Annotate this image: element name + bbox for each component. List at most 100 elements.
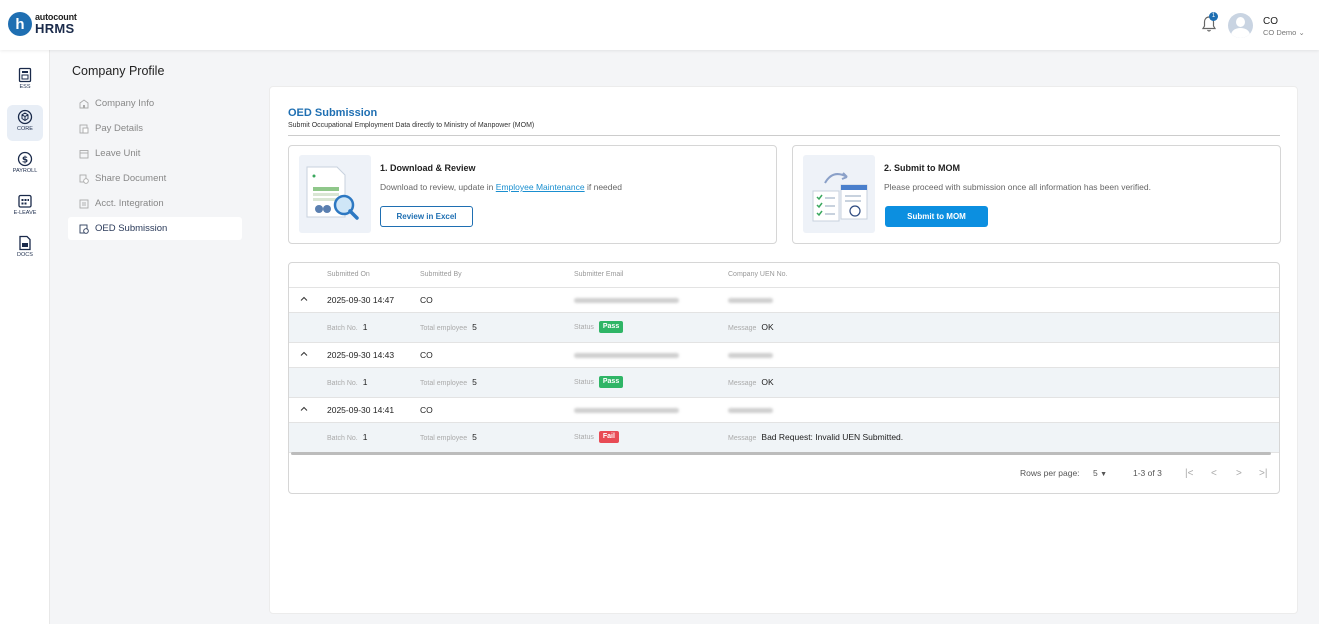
oed-submission-panel: OED Submission Submit Occupational Emplo… <box>269 86 1298 614</box>
submit-checklist-illustration <box>803 155 875 233</box>
rail-item-ess[interactable]: ESS <box>7 63 43 99</box>
redacted-email <box>574 408 679 413</box>
submit-to-mom-text: Please proceed with submission once all … <box>884 182 1151 192</box>
chevron-up-icon[interactable] <box>300 350 308 358</box>
total-employee-label: Total employee <box>420 380 468 387</box>
app-logo[interactable]: h autocount HRMS <box>8 12 77 36</box>
notification-count-badge: 1 <box>1209 12 1218 21</box>
rail-item-docs[interactable]: DOCS <box>7 231 43 267</box>
user-initials[interactable]: CO <box>1263 16 1278 27</box>
status-badge: Pass <box>598 376 624 388</box>
submitted-on: 2025-09-30 14:43 <box>327 350 395 360</box>
redacted-uen <box>728 408 773 413</box>
horizontal-scrollbar[interactable] <box>291 452 1271 455</box>
employee-maintenance-link[interactable]: Employee Maintenance <box>496 182 585 192</box>
previous-page-icon[interactable]: < <box>1211 468 1217 479</box>
submenu-label: Company Info <box>95 98 155 109</box>
ess-icon <box>18 67 32 83</box>
submit-to-mom-title: 2. Submit to MOM <box>884 163 960 173</box>
core-cube-icon <box>17 109 33 125</box>
rows-per-page-label: Rows per page: <box>1020 468 1080 478</box>
status-label: Status <box>574 434 594 442</box>
table-header: Submitted On Submitted By Submitter Emai… <box>289 263 1279 288</box>
batch-label: Batch No. <box>327 435 358 442</box>
chevron-down-icon: ⌄ <box>1298 28 1305 37</box>
module-rail: ESS CORE $ PAYROLL E-LEAVE DOCS <box>0 50 50 624</box>
submenu-label: Share Document <box>95 173 167 184</box>
submenu-item-pay-details[interactable]: Pay Details <box>68 117 242 140</box>
rail-item-eleave[interactable]: E-LEAVE <box>7 189 43 225</box>
message: OK <box>761 322 774 332</box>
table-row-detail: Batch No. 1 Total employee 5 Status Pass Me… <box>289 313 1279 343</box>
submenu-item-share-document[interactable]: Share Document <box>68 167 242 190</box>
redacted-email <box>574 298 679 303</box>
batch-no: 1 <box>362 432 368 442</box>
user-company-dropdown[interactable]: CO Demo ⌄ <box>1263 28 1305 37</box>
review-in-excel-button[interactable]: Review in Excel <box>380 206 473 227</box>
submission-icon <box>79 224 89 234</box>
header-submitter-email[interactable]: Submitter Email <box>574 271 623 278</box>
submenu-label: Leave Unit <box>95 148 141 159</box>
rail-item-core[interactable]: CORE <box>7 105 43 141</box>
total-employee: 5 <box>472 432 477 442</box>
status-label: Status <box>574 324 594 332</box>
download-review-card: 1. Download & Review Download to review,… <box>288 145 777 244</box>
rows-per-page-select[interactable]: 5 ▼ <box>1093 468 1107 478</box>
submit-to-mom-button[interactable]: Submit to MOM <box>885 206 988 227</box>
submenu-label: OED Submission <box>95 223 168 234</box>
calendar-icon <box>79 149 89 158</box>
document-icon <box>19 235 31 251</box>
rail-item-payroll[interactable]: $ PAYROLL <box>7 147 43 183</box>
total-employee-label: Total employee <box>420 325 468 332</box>
top-bar: h autocount HRMS 1 CO CO Demo ⌄ <box>0 0 1319 50</box>
submenu: Company Info Pay Details Leave Unit Shar… <box>68 92 242 242</box>
table-row-detail: Batch No. 1 Total employee 5 Status Pass Me… <box>289 368 1279 398</box>
logo-brand-main: HRMS <box>35 21 75 36</box>
chevron-up-icon[interactable] <box>300 405 308 413</box>
submitted-by: CO <box>420 295 433 305</box>
user-company: CO Demo <box>1263 28 1297 37</box>
status-label: Status <box>574 379 594 387</box>
next-page-icon[interactable]: > <box>1236 468 1242 479</box>
rail-label: ESS <box>19 84 31 90</box>
submitted-by: CO <box>420 350 433 360</box>
header-company-uen[interactable]: Company UEN No. <box>728 271 788 278</box>
chevron-up-icon[interactable] <box>300 295 308 303</box>
submitted-by: CO <box>420 405 433 415</box>
redacted-email <box>574 353 679 358</box>
section-title: Company Profile <box>72 64 165 78</box>
submitted-on: 2025-09-30 14:41 <box>327 405 395 415</box>
rail-label: DOCS <box>17 252 33 258</box>
total-employee: 5 <box>472 322 477 332</box>
submenu-item-acct-integration[interactable]: Acct. Integration <box>68 192 242 215</box>
batch-label: Batch No. <box>327 325 358 332</box>
spreadsheet-review-illustration <box>299 155 371 233</box>
last-page-icon[interactable]: >| <box>1259 468 1267 479</box>
download-text-before: Download to review, update in <box>380 182 496 192</box>
submenu-item-leave-unit[interactable]: Leave Unit <box>68 142 242 165</box>
batch-no: 1 <box>362 322 368 332</box>
dollar-icon: $ <box>17 151 33 167</box>
table-row[interactable]: 2025-09-30 14:43 CO <box>289 343 1279 368</box>
rail-label: CORE <box>17 126 33 132</box>
pagination-range: 1-3 of 3 <box>1133 468 1162 478</box>
message-label: Message <box>728 435 757 442</box>
total-employee: 5 <box>472 377 477 387</box>
svg-text:$: $ <box>22 156 28 166</box>
first-page-icon[interactable]: |< <box>1185 468 1193 479</box>
table-row[interactable]: 2025-09-30 14:41 CO <box>289 398 1279 423</box>
avatar[interactable] <box>1228 13 1253 38</box>
header-submitted-on[interactable]: Submitted On <box>327 271 370 278</box>
submenu-item-company-info[interactable]: Company Info <box>68 92 242 115</box>
rail-label: E-LEAVE <box>13 210 37 216</box>
rows-per-page-value: 5 <box>1093 468 1098 478</box>
message-label: Message <box>728 380 757 387</box>
page-subtitle: Submit Occupational Employment Data dire… <box>288 122 535 129</box>
divider <box>288 135 1280 136</box>
submenu-item-oed-submission[interactable]: OED Submission <box>68 217 242 240</box>
table-row[interactable]: 2025-09-30 14:47 CO <box>289 288 1279 313</box>
submission-history-table: Submitted On Submitted By Submitter Emai… <box>288 262 1280 494</box>
header-submitted-by[interactable]: Submitted By <box>420 271 462 278</box>
submit-to-mom-card: 2. Submit to MOM Please proceed with sub… <box>792 145 1281 244</box>
submenu-label: Acct. Integration <box>95 198 164 209</box>
